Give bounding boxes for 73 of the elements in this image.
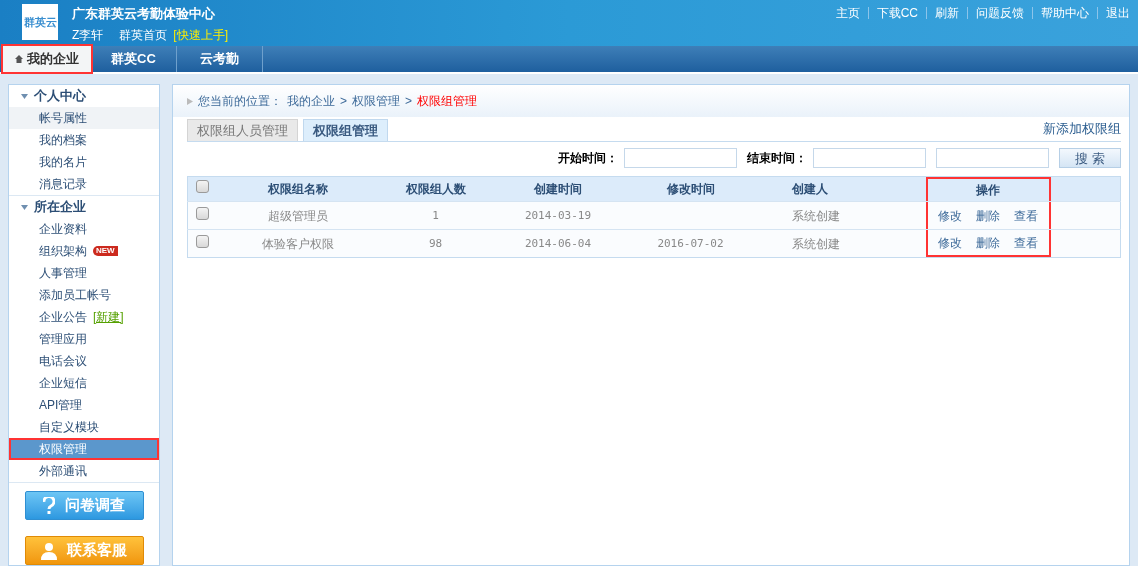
tab[interactable]: 权限组管理 — [303, 119, 388, 141]
sidebar-item[interactable]: 企业公告 [新建] — [9, 306, 159, 328]
start-time-field[interactable] — [624, 148, 737, 168]
person-icon — [41, 541, 57, 560]
sidebar-item[interactable]: 人事管理 — [9, 262, 159, 284]
nav-tab[interactable]: 云考勤 — [177, 46, 263, 72]
table-cell: 2014-06-04 — [524, 237, 592, 251]
question-icon — [43, 496, 55, 515]
arrow-icon — [187, 97, 193, 105]
action-link[interactable]: 查看 — [1013, 206, 1038, 225]
sidebar-item[interactable]: 添加员工帐号 — [9, 284, 159, 306]
quick-start-link[interactable]: [快速上手] — [173, 25, 228, 44]
new-link[interactable]: [新建] — [93, 308, 124, 326]
user-name: Z李轩 — [72, 26, 104, 44]
end-time-field[interactable] — [813, 148, 926, 168]
breadcrumb-link[interactable]: 我的企业 — [287, 92, 335, 110]
site-title: 广东群英云考勤体验中心 — [72, 5, 216, 23]
table-cell: 2016-07-02 — [657, 237, 724, 251]
column-header: 创建人 — [790, 181, 829, 198]
column-header: 权限组人数 — [405, 182, 466, 196]
sidebar-item[interactable]: 企业短信 — [9, 372, 159, 394]
new-badge: NEW — [93, 246, 118, 256]
logo: 群英云 — [22, 4, 58, 40]
action-link[interactable]: 修改 — [938, 233, 963, 252]
caret-icon[interactable] — [21, 93, 28, 99]
section-title: 所在企业 — [34, 198, 86, 217]
home-icon — [15, 55, 23, 63]
column-header: 权限组名称 — [268, 182, 328, 196]
table-cell: 体验客户权限 — [262, 236, 334, 251]
row-checkbox[interactable] — [196, 234, 209, 248]
action-link[interactable]: 修改 — [938, 206, 963, 225]
sidebar-item[interactable]: 权限管理 — [9, 438, 159, 460]
sidebar-item[interactable]: 组织架构 NEW — [9, 240, 159, 262]
search-button[interactable]: 搜 索 — [1059, 148, 1121, 168]
breadcrumb-separator: > — [340, 93, 347, 110]
table-cell: 系统创建 — [791, 208, 840, 223]
table-cell: 超级管理员 — [268, 208, 328, 223]
table-cell: 系统创建 — [791, 236, 840, 251]
tab[interactable]: 权限组人员管理 — [187, 119, 298, 141]
sidebar-item[interactable]: 外部通讯 — [9, 460, 159, 482]
row-checkbox[interactable] — [196, 206, 209, 220]
table-cell: 98 — [428, 237, 443, 251]
table-cell: 2014-03-19 — [524, 209, 592, 223]
sidebar-item[interactable]: 自定义模块 — [9, 416, 159, 438]
column-header: 创建时间 — [534, 182, 582, 196]
sidebar-item[interactable]: 电话会议 — [9, 350, 159, 372]
action-link[interactable]: 删除 — [976, 206, 1000, 225]
table-cell: 1 — [432, 209, 439, 223]
column-header: 修改时间 — [666, 182, 715, 196]
column-header: 操作 — [976, 182, 1000, 199]
sidebar-item[interactable]: 我的档案 — [9, 129, 159, 151]
row-checkbox[interactable] — [196, 180, 209, 193]
sidebar-item[interactable]: 消息记录 — [9, 173, 159, 195]
sidebar-item[interactable]: API管理 — [9, 394, 159, 416]
sidebar-item[interactable]: 我的名片 — [9, 151, 159, 173]
breadcrumb-current: 权限组管理 — [417, 93, 478, 110]
home-link[interactable]: 群英首页 — [119, 25, 168, 44]
action-link[interactable]: 删除 — [976, 233, 1000, 252]
section-title: 个人中心 — [34, 87, 86, 106]
end-time-label: 结束时间： — [747, 150, 807, 167]
sidebar-item[interactable]: 企业资料 — [9, 218, 159, 240]
caret-icon[interactable] — [21, 204, 28, 210]
sidebar-item[interactable]: 帐号属性 — [9, 107, 159, 129]
breadcrumb-prefix: 您当前的位置： — [198, 93, 282, 110]
action-link[interactable]: 查看 — [1013, 233, 1038, 252]
nav-tab[interactable]: 我的企业 — [3, 46, 91, 72]
search-field[interactable] — [936, 148, 1049, 168]
breadcrumb-link[interactable]: 权限管理 — [352, 92, 400, 110]
breadcrumb-separator: > — [405, 93, 413, 110]
start-time-label: 开始时间： — [558, 150, 618, 167]
nav-tab[interactable]: 群英CC — [91, 46, 177, 72]
sidebar-item[interactable]: 管理应用 — [9, 328, 159, 350]
add-group-link[interactable]: 新添加权限组 — [1043, 118, 1121, 138]
